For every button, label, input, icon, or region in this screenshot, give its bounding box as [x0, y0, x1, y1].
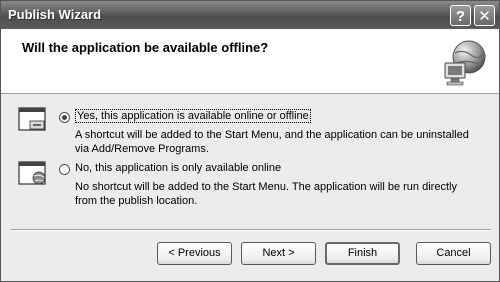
radio-online-only[interactable] — [59, 164, 70, 175]
footer-divider — [11, 229, 491, 231]
next-button[interactable]: Next > — [241, 242, 316, 265]
page-title: Will the application be available offlin… — [22, 40, 269, 55]
option-online-offline-description: A shortcut will be added to the Start Me… — [75, 128, 469, 156]
radio-online-offline[interactable] — [59, 112, 70, 123]
cancel-button[interactable]: Cancel — [416, 242, 491, 265]
option-online-offline-label[interactable]: Yes, this application is available onlin… — [75, 109, 311, 123]
option-online-only-description: No shortcut will be added to the Start M… — [75, 180, 457, 208]
help-button[interactable]: ? — [450, 5, 471, 26]
web-browser-icon — [18, 161, 46, 185]
globe-computer-icon — [444, 40, 486, 86]
close-button[interactable]: ✕ — [474, 5, 495, 26]
description-line: from the publish location. — [75, 195, 198, 207]
description-line: No shortcut will be added to the Start M… — [75, 181, 457, 193]
option-online-only-label[interactable]: No, this application is only available o… — [75, 162, 281, 174]
title-bar[interactable]: Publish Wizard ? ✕ — [1, 1, 499, 29]
finish-button[interactable]: Finish — [325, 242, 400, 265]
wizard-header: Will the application be available offlin… — [1, 29, 499, 94]
start-menu-shortcut-icon — [18, 107, 46, 131]
previous-button[interactable]: < Previous — [157, 242, 232, 265]
publish-wizard-window: Publish Wizard ? ✕ Will the application … — [0, 0, 500, 282]
window-title: Publish Wizard — [8, 7, 102, 22]
description-line: via Add/Remove Programs. — [75, 143, 209, 155]
description-line: A shortcut will be added to the Start Me… — [75, 129, 469, 141]
option-online-offline-text: Yes, this application is available onlin… — [75, 109, 311, 123]
